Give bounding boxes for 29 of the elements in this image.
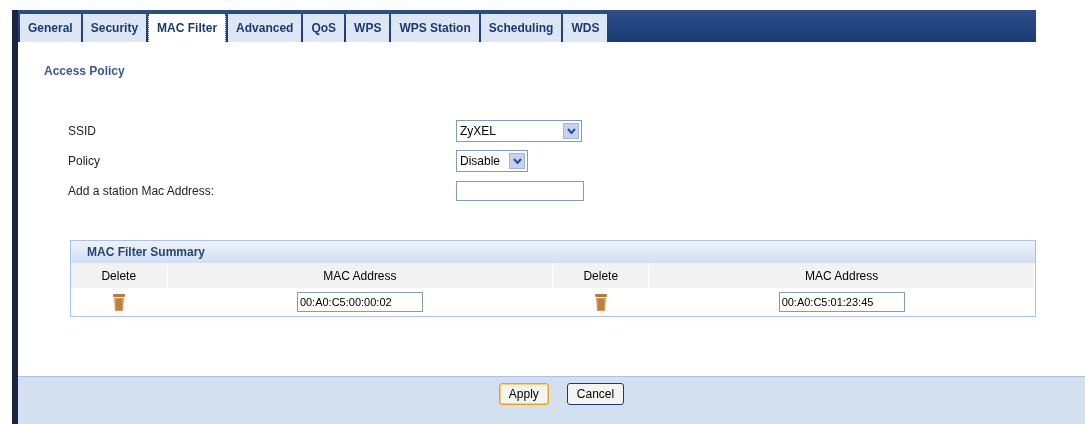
section-title: Access Policy — [44, 63, 126, 80]
mac-address-field[interactable]: 00:A0:C5:00:00:02 — [296, 292, 423, 312]
mac-address-field[interactable]: 00:A0:C5:01:23:45 — [778, 292, 905, 312]
tab[interactable]: WPS Station — [391, 14, 479, 42]
tab[interactable]: WPS — [346, 14, 390, 42]
select-field[interactable]: ZyXEL — [456, 120, 582, 142]
tab[interactable]: Scheduling — [480, 14, 562, 42]
tab[interactable]: MAC Filter — [148, 14, 227, 42]
field-label: SSID — [68, 123, 97, 140]
field-label: Policy — [68, 153, 101, 170]
apply-button[interactable]: Apply — [498, 383, 549, 405]
column-header: Delete — [71, 263, 167, 288]
tab[interactable]: General — [20, 14, 81, 42]
tab[interactable]: Security — [82, 14, 147, 42]
cancel-button[interactable]: Cancel — [566, 383, 625, 405]
field-label: Add a station Mac Address: — [68, 183, 216, 200]
column-header: MAC Address — [648, 263, 1035, 288]
trash-icon[interactable] — [113, 293, 125, 312]
column-header: Delete — [552, 263, 649, 288]
panel-title: MAC Filter Summary — [71, 241, 1035, 263]
caret-icon — [563, 123, 579, 139]
caret-icon — [509, 153, 525, 169]
trash-icon[interactable] — [594, 293, 607, 312]
tab[interactable]: WDS — [563, 14, 608, 42]
input-field[interactable] — [456, 181, 584, 201]
select-field[interactable]: Disable — [456, 150, 528, 172]
column-header: MAC Address — [167, 263, 553, 288]
tab[interactable]: Advanced — [228, 14, 302, 42]
tab[interactable]: QoS — [303, 14, 345, 42]
